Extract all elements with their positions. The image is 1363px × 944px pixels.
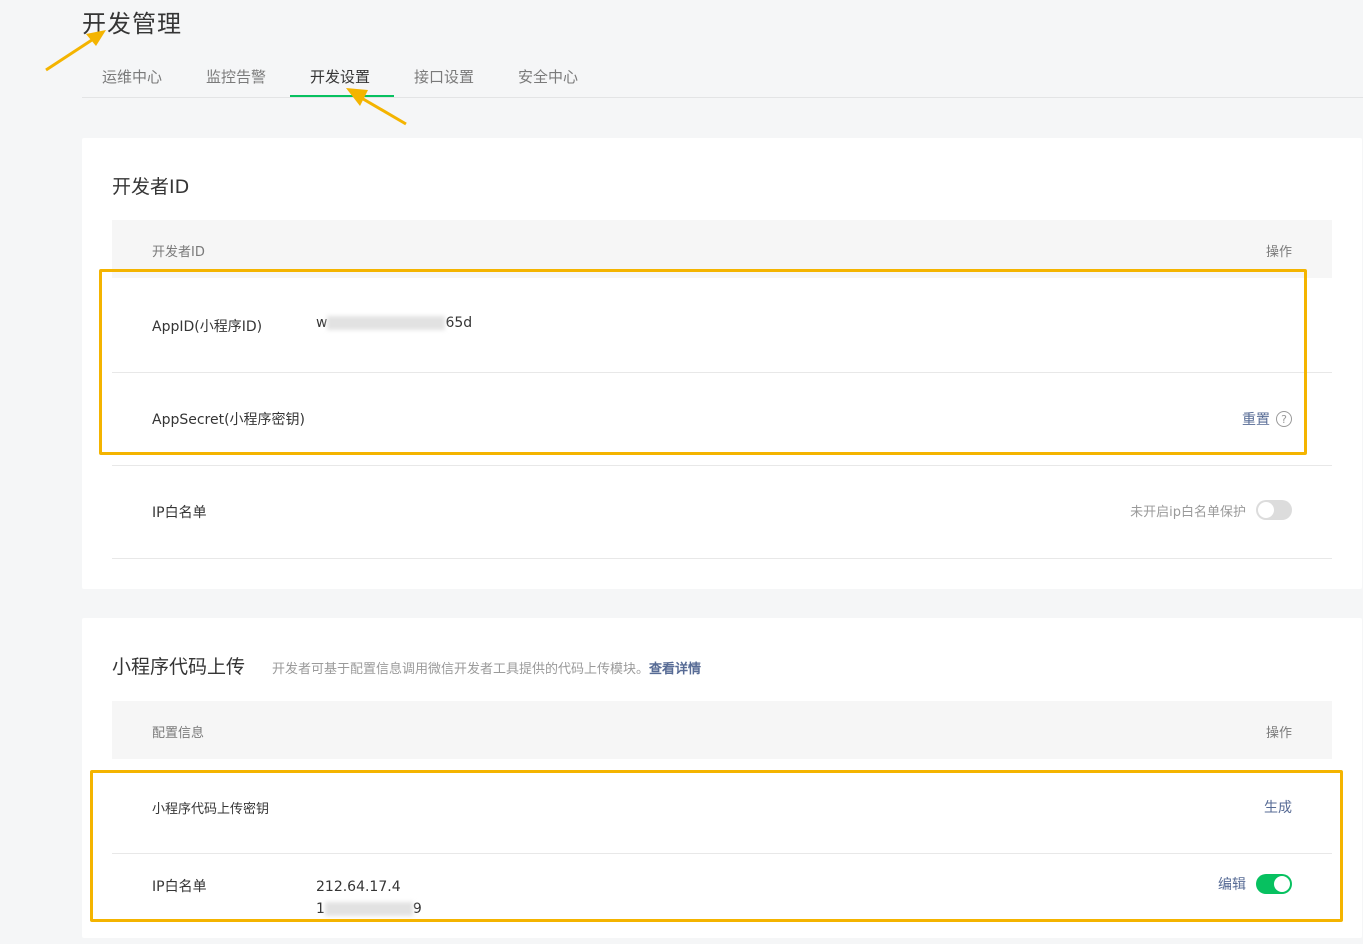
tab-monitoring-alerts[interactable]: 监控告警 — [206, 66, 266, 96]
toggle-knob — [1258, 502, 1274, 518]
upload-key-label: 小程序代码上传密钥 — [152, 802, 270, 817]
appid-label: AppID(小程序ID) — [152, 319, 263, 335]
upload-ip-whitelist-row: IP白名单 212.64.17.4 19 编辑 — [112, 854, 1332, 944]
ip-whitelist-row: IP白名单 未开启ip白名单保护 — [112, 466, 1332, 559]
header-developer-id: 开发者ID — [152, 245, 205, 260]
upload-ip-toggle[interactable] — [1256, 874, 1292, 894]
header-config-info: 配置信息 — [152, 726, 205, 741]
appid-value: w 65d — [316, 315, 472, 331]
code-upload-card: 小程序代码上传 开发者可基于配置信息调用微信开发者工具提供的代码上传模块。查看详… — [82, 618, 1362, 938]
help-icon[interactable]: ? — [1276, 411, 1292, 427]
appsecret-actions: 重置 ? — [1242, 409, 1292, 429]
appid-row: AppID(小程序ID) w 65d — [112, 278, 1332, 373]
ip-protection-toggle[interactable] — [1256, 500, 1292, 520]
ip-address-second: 19 — [316, 901, 422, 917]
ip-protection-status: 未开启ip白名单保护 — [1130, 504, 1246, 520]
ip-whitelist-label: IP白名单 — [152, 505, 207, 521]
upload-ip-whitelist-label: IP白名单 — [152, 879, 207, 895]
ip2-suffix: 9 — [412, 901, 422, 917]
tab-api-settings[interactable]: 接口设置 — [414, 66, 474, 96]
upload-key-row: 小程序代码上传密钥 生成 — [112, 759, 1332, 854]
page-title: 开发管理 — [82, 10, 182, 38]
upload-ip-actions: 编辑 — [1218, 874, 1292, 894]
upload-key-actions: 生成 — [1264, 797, 1292, 817]
active-tab-underline — [290, 95, 394, 97]
ip-whitelist-actions: 未开启ip白名单保护 — [1130, 500, 1292, 520]
description-text: 开发者可基于配置信息调用微信开发者工具提供的代码上传模块。 — [272, 662, 650, 677]
tab-security-center[interactable]: 安全中心 — [518, 66, 578, 96]
developer-id-title: 开发者ID — [112, 176, 190, 198]
ip-address: 212.64.17.4 — [316, 879, 401, 895]
redacted-block — [327, 316, 446, 330]
developer-id-card: 开发者ID 开发者ID 操作 AppID(小程序ID) w 65d AppSecr… — [82, 138, 1362, 589]
view-details-link[interactable]: 查看详情 — [649, 662, 701, 677]
reset-secret-link[interactable]: 重置 — [1242, 409, 1270, 429]
tab-ops-center[interactable]: 运维中心 — [102, 66, 162, 96]
redacted-block — [324, 902, 413, 916]
code-upload-description: 开发者可基于配置信息调用微信开发者工具提供的代码上传模块。查看详情 — [272, 658, 701, 677]
ip2-prefix: 1 — [316, 901, 325, 917]
appid-value-suffix: 65d — [445, 315, 473, 331]
toggle-knob — [1274, 876, 1290, 892]
upload-ip-list: 212.64.17.4 19 — [316, 876, 422, 920]
code-upload-title: 小程序代码上传 — [112, 656, 246, 678]
header-actions: 操作 — [1265, 245, 1292, 260]
appid-value-prefix: w — [316, 315, 328, 331]
developer-id-table-header: 开发者ID 操作 — [112, 220, 1332, 278]
edit-ip-link[interactable]: 编辑 — [1218, 874, 1246, 894]
tab-dev-settings[interactable]: 开发设置 — [310, 66, 370, 96]
code-upload-table-header: 配置信息 操作 — [112, 701, 1332, 759]
generate-key-link[interactable]: 生成 — [1264, 797, 1292, 817]
appsecret-row: AppSecret(小程序密钥) 重置 ? — [112, 373, 1332, 466]
appsecret-label: AppSecret(小程序密钥) — [152, 412, 306, 428]
header-actions: 操作 — [1265, 726, 1292, 741]
tab-bar: 运维中心 监控告警 开发设置 接口设置 安全中心 — [82, 60, 1363, 98]
